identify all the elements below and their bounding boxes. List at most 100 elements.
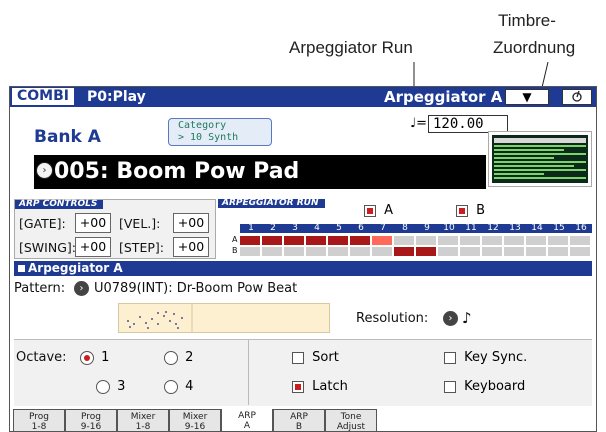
key-sync-toggle[interactable]: Key Sync.	[444, 350, 527, 365]
step-label: [STEP]:	[119, 240, 164, 255]
step-number: 14	[531, 223, 543, 233]
display-screen: COMBI P0:Play Arpeggiator A ▼ Bank A Cat…	[9, 86, 597, 432]
swing-field[interactable]: +00	[75, 237, 111, 257]
arpeggiator-run-title: ARPEGGIATOR RUN	[218, 199, 325, 208]
latch-checkbox[interactable]	[292, 380, 304, 393]
pattern-value[interactable]: U0789(INT): Dr-Boom Pow Beat	[94, 281, 297, 296]
step-number: 13	[509, 223, 521, 233]
arp-run-b-toggle[interactable]: B	[456, 203, 485, 218]
latch-toggle[interactable]: Latch	[292, 379, 348, 394]
tab-mixer-9-16[interactable]: Mixer 9-16	[169, 409, 221, 432]
row-b-step-cell	[482, 247, 503, 256]
row-a-step-cell	[240, 236, 261, 245]
tab-line2: 1-8	[135, 422, 151, 432]
timbre-row-a	[240, 236, 592, 246]
row-a-step-cell	[372, 236, 393, 245]
arp-controls-title: ARP CONTROLS	[15, 200, 104, 209]
sort-checkbox[interactable]	[292, 351, 304, 364]
category-box[interactable]: Category > 10 Synth	[168, 118, 272, 146]
tab-line1: Prog	[81, 412, 101, 422]
row-a-label: A	[232, 235, 238, 244]
tab-line2: A	[243, 421, 251, 431]
row-a-step-cell	[482, 236, 503, 245]
tab-line1: Mixer	[182, 412, 208, 422]
octave-radio-3[interactable]	[96, 379, 110, 394]
octave-option-1[interactable]: 1	[80, 350, 109, 365]
resolution-select-arrow-icon[interactable]: ›	[443, 311, 458, 326]
tab-prog-1-8[interactable]: Prog 1-8	[13, 409, 65, 431]
resolution-label: Resolution:	[356, 311, 429, 326]
step-number: 9	[424, 223, 430, 233]
step-number: 2	[270, 223, 276, 233]
octave-option-3[interactable]: 3	[96, 379, 125, 394]
row-b-step-cell	[526, 247, 547, 256]
row-a-step-cell	[394, 236, 415, 245]
arp-run-a-label: A	[384, 203, 394, 218]
octave-option-4[interactable]: 4	[164, 379, 193, 394]
octave-option-2[interactable]: 2	[164, 350, 193, 365]
step-number: 12	[487, 223, 499, 233]
octave-label: Octave:	[16, 350, 67, 365]
page-label: P0:Play	[87, 89, 146, 105]
tab-mixer-1-8[interactable]: Mixer 1-8	[117, 409, 169, 432]
octave-radio-1[interactable]	[80, 350, 94, 365]
tab-line1: ARP	[290, 412, 308, 422]
row-b-step-cell	[438, 247, 459, 256]
tab-arp-a[interactable]: ARP A	[221, 409, 273, 431]
metronome-icon[interactable]	[562, 89, 592, 105]
octave-radio-2[interactable]	[164, 350, 178, 365]
step-number: 11	[465, 223, 477, 233]
row-b-step-cell	[350, 247, 371, 256]
program-select-arrow-icon[interactable]: ›	[36, 162, 53, 179]
row-a-step-cell	[350, 236, 371, 245]
step-number: 5	[336, 223, 342, 233]
timbre-row-b	[240, 247, 592, 257]
step-field[interactable]: +00	[173, 237, 209, 257]
bank-label: Bank A	[34, 127, 101, 147]
arpeggiator-a-panel: Arpeggiator A Pattern: › U0789(INT): Dr-…	[10, 259, 596, 431]
row-a-step-cell	[328, 236, 349, 245]
tab-arp-b[interactable]: ARP B	[273, 409, 325, 432]
key-sync-checkbox[interactable]	[444, 351, 456, 364]
arp-run-b-label: B	[476, 203, 486, 218]
row-b-step-cell	[372, 247, 393, 256]
row-b-step-cell	[570, 247, 591, 256]
gate-field[interactable]: +00	[75, 213, 111, 233]
title-bar: COMBI P0:Play Arpeggiator A ▼	[10, 87, 596, 107]
row-a-step-cell	[262, 236, 283, 245]
tab-line1: Mixer	[130, 412, 156, 422]
page-menu-button[interactable]: ▼	[505, 89, 549, 105]
step-number: 3	[292, 223, 298, 233]
step-number: 6	[358, 223, 364, 233]
pattern-preview	[118, 303, 330, 333]
key-sync-label: Key Sync.	[464, 350, 528, 365]
arpeggiator-a-title-marker	[18, 265, 25, 272]
latch-label: Latch	[312, 379, 348, 394]
row-a-step-cell	[416, 236, 437, 245]
sort-toggle[interactable]: Sort	[292, 350, 339, 365]
gate-label: [GATE]:	[19, 216, 66, 231]
resolution-value[interactable]: ♪	[462, 309, 472, 327]
row-b-step-cell	[240, 247, 261, 256]
velocity-field[interactable]: +00	[173, 213, 209, 233]
tab-line2: B	[295, 422, 303, 432]
row-b-step-cell	[262, 247, 283, 256]
keyboard-toggle[interactable]: Keyboard	[444, 379, 525, 394]
tab-tone-adjust[interactable]: Tone Adjust	[325, 409, 377, 431]
arp-run-b-checkbox[interactable]	[456, 204, 468, 217]
keyboard-label: Keyboard	[464, 379, 526, 394]
tempo-value: 120.00	[433, 116, 484, 132]
row-b-step-cell	[306, 247, 327, 256]
tab-line1: Prog	[29, 412, 49, 422]
tab-prog-9-16[interactable]: Prog 9-16	[65, 409, 117, 431]
arp-run-a-toggle[interactable]: A	[364, 203, 393, 218]
arp-run-a-checkbox[interactable]	[364, 204, 376, 217]
tab-line2: 9-16	[184, 422, 206, 432]
combination-thumbnail	[488, 131, 592, 187]
mode-label: COMBI	[12, 88, 74, 105]
row-b-label: B	[232, 246, 238, 255]
keyboard-checkbox[interactable]	[444, 380, 456, 393]
row-a-step-cell	[284, 236, 305, 245]
octave-radio-4[interactable]	[164, 379, 178, 394]
pattern-select-arrow-icon[interactable]: ›	[74, 281, 89, 296]
